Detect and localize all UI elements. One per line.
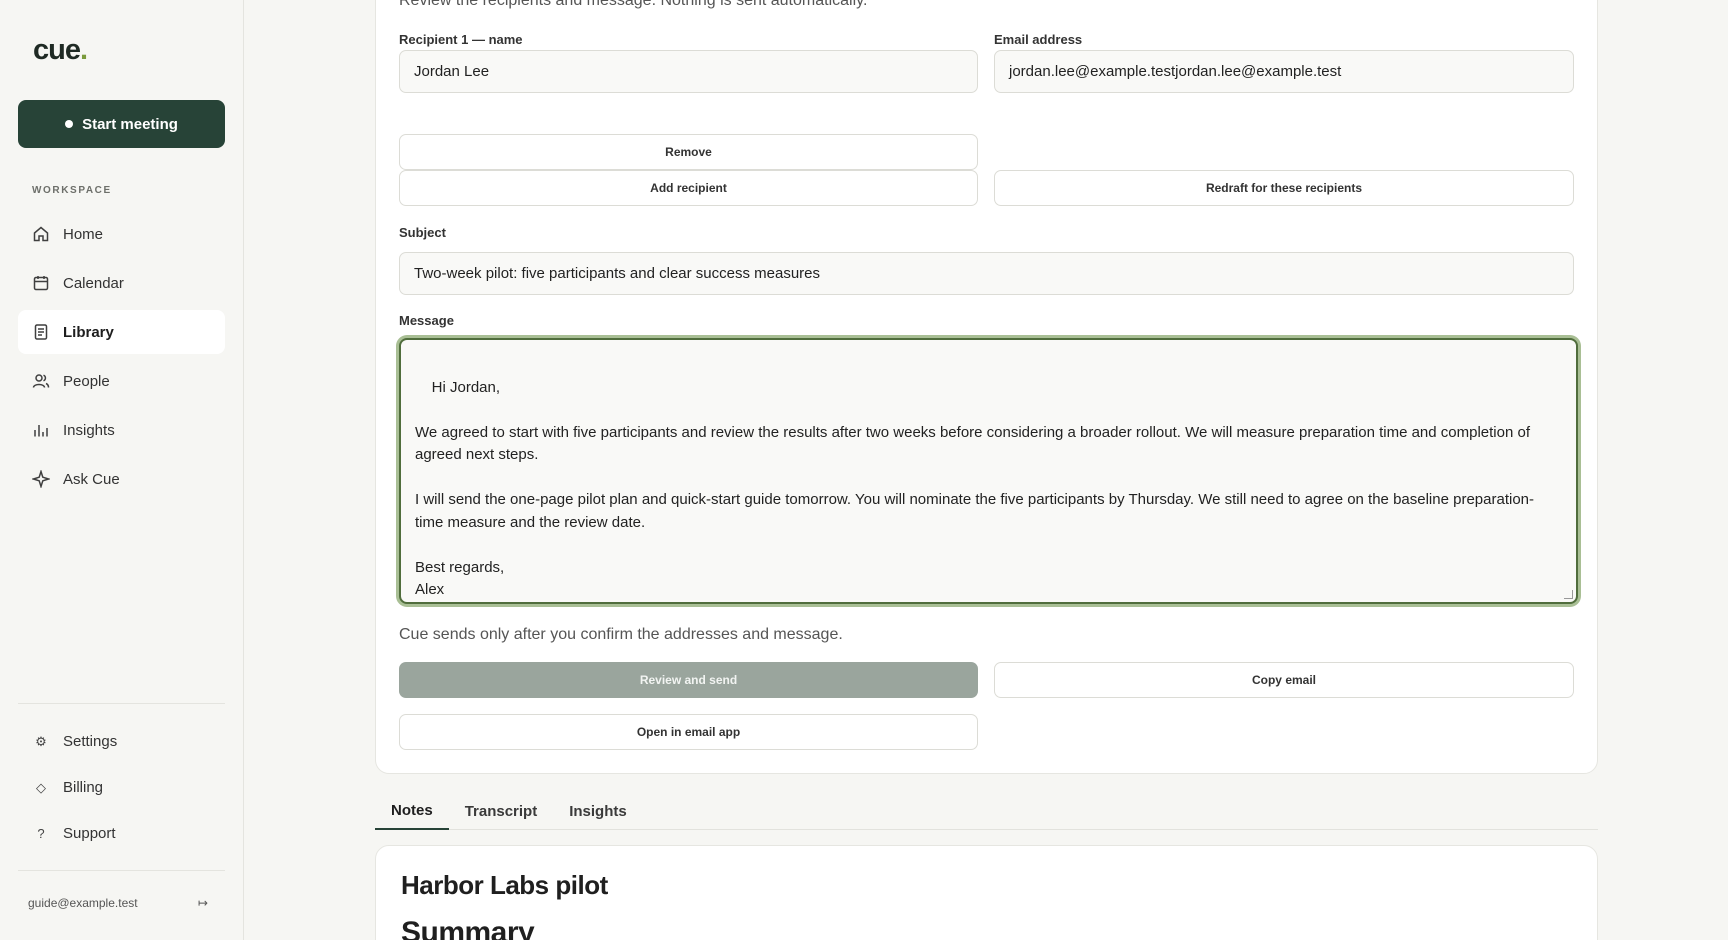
review-and-send-button[interactable]: Review and send bbox=[399, 662, 978, 698]
sparkle-icon bbox=[32, 470, 50, 488]
start-meeting-button[interactable]: Start meeting bbox=[18, 100, 225, 148]
sign-out-icon[interactable]: ↦ bbox=[198, 896, 208, 910]
email-intro-text: Review the recipients and message. Nothi… bbox=[399, 0, 868, 9]
sidebar: cue. Start meeting WORKSPACE Home Calend… bbox=[0, 0, 244, 940]
notes-title: Harbor Labs pilot bbox=[401, 870, 608, 900]
message-text: Hi Jordan, We agreed to start with five … bbox=[415, 378, 1534, 599]
email-address-input[interactable]: jordan.lee@example.testjordan.lee@exampl… bbox=[994, 50, 1574, 93]
tab-notes[interactable]: Notes bbox=[375, 792, 449, 830]
subject-label: Subject bbox=[399, 225, 446, 240]
document-icon bbox=[34, 324, 48, 340]
redraft-button[interactable]: Redraft for these recipients bbox=[994, 170, 1574, 206]
message-label: Message bbox=[399, 313, 454, 328]
sidebar-item-billing[interactable]: ◇ Billing bbox=[18, 767, 225, 808]
sidebar-item-label: Ask Cue bbox=[63, 470, 120, 488]
sidebar-item-label: Support bbox=[63, 825, 116, 842]
sidebar-item-ask-cue[interactable]: Ask Cue bbox=[18, 457, 225, 501]
email-address-label: Email address bbox=[994, 32, 1083, 47]
sidebar-item-label: Insights bbox=[63, 421, 115, 439]
sidebar-item-insights[interactable]: Insights bbox=[18, 408, 225, 452]
account-row: guide@example.test ↦ bbox=[28, 896, 208, 910]
calendar-icon bbox=[33, 276, 49, 291]
resize-handle-icon[interactable] bbox=[1564, 590, 1573, 599]
tab-transcript[interactable]: Transcript bbox=[449, 792, 554, 830]
people-icon bbox=[32, 374, 50, 388]
copy-email-button[interactable]: Copy email bbox=[994, 662, 1574, 698]
sidebar-item-library[interactable]: Library bbox=[18, 310, 225, 354]
sidebar-item-label: People bbox=[63, 372, 110, 390]
sidebar-item-label: Billing bbox=[63, 779, 104, 796]
gear-icon: ⚙ bbox=[35, 733, 47, 749]
recipient-name-label: Recipient 1 — name bbox=[399, 32, 523, 47]
start-meeting-label: Start meeting bbox=[82, 115, 178, 133]
sidebar-item-home[interactable]: Home bbox=[18, 212, 225, 256]
workspace-nav: Home Calendar Library People Insights As… bbox=[18, 212, 225, 506]
main-content: Review the recipients and message. Nothi… bbox=[244, 0, 1728, 940]
diamond-icon: ◇ bbox=[36, 779, 46, 795]
remove-recipient-button[interactable]: Remove bbox=[399, 134, 978, 170]
subject-input[interactable]: Two-week pilot: five participants and cl… bbox=[399, 252, 1574, 295]
sidebar-item-label: Calendar bbox=[63, 274, 124, 292]
sidebar-item-label: Home bbox=[63, 225, 104, 243]
record-dot-icon bbox=[65, 120, 74, 128]
workspace-section-label: WORKSPACE bbox=[32, 185, 112, 196]
recipient-name-input[interactable]: Jordan Lee bbox=[399, 50, 978, 93]
sidebar-item-people[interactable]: People bbox=[18, 359, 225, 403]
notes-card: Harbor Labs pilot Summary bbox=[375, 845, 1598, 940]
confirm-note: Cue sends only after you confirm the add… bbox=[399, 626, 843, 643]
sidebar-item-calendar[interactable]: Calendar bbox=[18, 261, 225, 305]
question-icon: ? bbox=[37, 826, 45, 841]
home-icon bbox=[33, 226, 49, 242]
account-email: guide@example.test bbox=[28, 896, 138, 910]
sidebar-item-label: Settings bbox=[63, 733, 118, 750]
tab-insights[interactable]: Insights bbox=[553, 792, 643, 830]
cue-logo[interactable]: cue. bbox=[33, 34, 88, 67]
sidebar-item-support[interactable]: ? Support bbox=[18, 813, 225, 854]
content-tabs: Notes Transcript Insights bbox=[375, 792, 1598, 830]
sidebar-item-settings[interactable]: ⚙ Settings bbox=[18, 721, 225, 762]
sidebar-item-label: Library bbox=[63, 323, 114, 341]
message-textarea[interactable]: Hi Jordan, We agreed to start with five … bbox=[399, 338, 1578, 604]
bar-chart-icon bbox=[34, 425, 48, 437]
sidebar-divider bbox=[18, 870, 225, 871]
add-recipient-button[interactable]: Add recipient bbox=[399, 170, 978, 206]
sidebar-divider bbox=[18, 703, 225, 704]
secondary-nav: ⚙ Settings ◇ Billing ? Support bbox=[18, 721, 225, 859]
summary-heading: Summary bbox=[401, 916, 535, 940]
open-in-email-app-button[interactable]: Open in email app bbox=[399, 714, 978, 750]
